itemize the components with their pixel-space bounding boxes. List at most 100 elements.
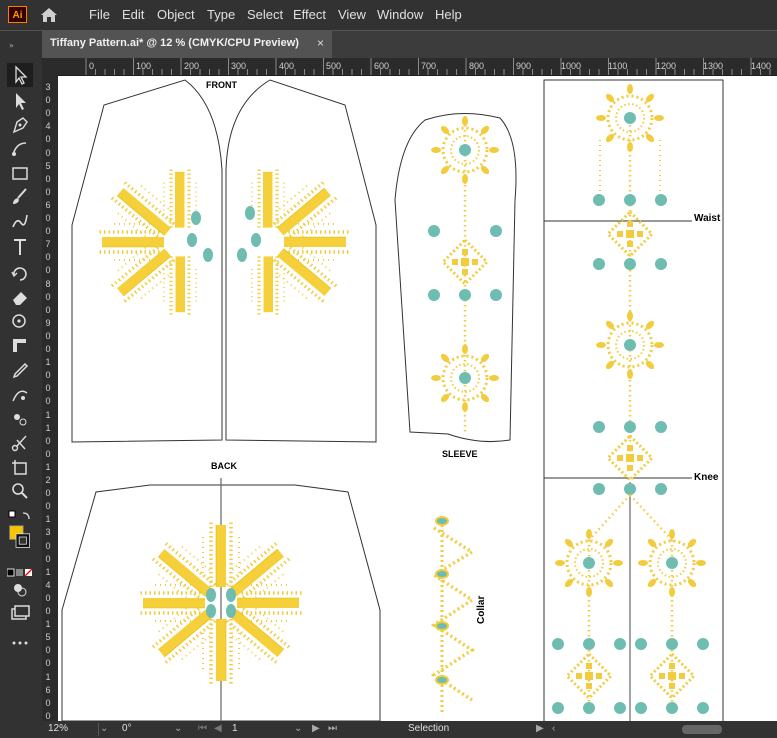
ruler-label: 1	[45, 422, 51, 433]
close-tab-icon[interactable]: ×	[317, 36, 324, 50]
zoom-tool-icon[interactable]	[7, 479, 33, 503]
rectangle-tool-icon[interactable]	[7, 161, 33, 185]
fill-stroke-swatch[interactable]	[7, 525, 33, 555]
ruler-label: 1	[45, 357, 51, 368]
zoom-field[interactable]: 12%	[48, 723, 99, 736]
selection-tool-icon[interactable]	[7, 63, 33, 87]
artboard-tool-icon[interactable]	[7, 455, 33, 479]
artboard-dropdown-icon[interactable]: ⌄	[294, 723, 302, 736]
vertical-ruler: 3 0 0 4 0 0 5 0 0 6 0 0 7 0 0 8 0 0 9 0 0 1 0 0 0 1 1 0 0 1 2 0 0 1 3 0 0 1 4 0…	[42, 75, 58, 721]
paintbrush-tool-icon[interactable]	[7, 185, 33, 209]
ruler-label: 0	[45, 645, 51, 656]
ruler-label: 700	[421, 61, 437, 71]
ruler-label: 4	[45, 579, 51, 590]
ruler-label: 9	[45, 317, 51, 328]
document-title: Tiffany Pattern.ai* @ 12 % (CMYK/CPU Pre…	[50, 37, 299, 49]
menu-view[interactable]: View	[338, 7, 366, 22]
type-tool-icon[interactable]	[7, 235, 33, 259]
ruler-label: 0	[89, 61, 95, 71]
document-tab[interactable]: Tiffany Pattern.ai* @ 12 % (CMYK/CPU Pre…	[42, 31, 332, 58]
eraser-tool-icon[interactable]	[7, 285, 33, 309]
ruler-label: 2	[45, 475, 51, 485]
ruler-label: 8	[45, 278, 51, 289]
ruler-label: 1200	[656, 61, 677, 71]
menu-window[interactable]: Window	[377, 7, 423, 22]
ruler-label: 1000	[561, 61, 582, 71]
panel-collapse-icon[interactable]: »	[7, 33, 33, 50]
screen-mode-icon[interactable]	[7, 601, 33, 625]
rotation-field[interactable]: 0°	[122, 723, 172, 736]
ruler-label: 0	[45, 501, 51, 512]
ruler-label: 0	[45, 383, 51, 394]
ruler-label: 4	[45, 121, 51, 132]
curvature-tool-icon[interactable]	[7, 137, 33, 161]
ruler-label: 0	[45, 213, 51, 223]
ruler-label: 0	[45, 606, 51, 616]
default-colors-icon[interactable]	[7, 505, 33, 521]
eyedropper-tool-icon[interactable]	[7, 359, 33, 383]
prev-artboard-icon[interactable]: ◀	[214, 723, 222, 736]
ruler-label: 3	[45, 82, 51, 92]
color-mode-icons[interactable]	[6, 561, 33, 577]
pen-tool-icon[interactable]	[7, 113, 33, 137]
ruler-label: 0	[45, 592, 51, 603]
horizontal-ruler: 0 100 200 300 400 500 600 700 800 900 10…	[42, 58, 777, 76]
ruler-label: 0	[45, 396, 51, 407]
rotate-tool-icon[interactable]	[7, 261, 33, 285]
svg-text:»: »	[9, 41, 14, 50]
app-logo: Ai	[8, 6, 27, 23]
menu-effect[interactable]: Effect	[293, 7, 326, 22]
ruler-label: 0	[45, 265, 51, 276]
more-tools-icon[interactable]	[7, 631, 33, 655]
ruler-label: 0	[45, 147, 51, 158]
ruler-label: 0	[45, 448, 51, 459]
menu-select[interactable]: Select	[247, 7, 283, 22]
ruler-label: 200	[184, 61, 200, 71]
knee-label: Knee	[694, 472, 719, 483]
ruler-label: 600	[374, 61, 390, 71]
menu-edit[interactable]: Edit	[122, 7, 144, 22]
pattern-artwork	[61, 79, 724, 721]
home-icon[interactable]	[38, 5, 60, 25]
menu-bar: Ai File Edit Object Type Select Effect V…	[0, 0, 777, 30]
ruler-label: 6	[45, 684, 51, 695]
ruler-label: 100	[136, 61, 152, 71]
next-artboard-icon[interactable]: ▶	[312, 723, 320, 736]
sleeve-label: SLEEVE	[442, 449, 478, 459]
symbol-sprayer-tool-icon[interactable]	[7, 407, 33, 431]
ruler-label: 6	[45, 199, 51, 210]
menu-help[interactable]: Help	[435, 7, 462, 22]
zoom-dropdown-icon[interactable]: ⌄	[100, 723, 108, 736]
artboard-canvas[interactable]: FRONT BACK SLEEVE Collar Waist Knee	[58, 76, 777, 721]
rotation-dropdown-icon[interactable]: ⌄	[174, 723, 182, 736]
shaper-tool-icon[interactable]	[7, 209, 33, 233]
ruler-label: 1	[45, 409, 51, 420]
ruler-label: 0	[45, 370, 51, 381]
current-tool-label: Selection	[408, 723, 450, 734]
artboard-number-field[interactable]: 1	[232, 723, 282, 736]
drawing-mode-icon[interactable]	[7, 577, 33, 601]
ruler-label: 0	[45, 330, 51, 341]
last-artboard-icon[interactable]: ⏭	[328, 723, 337, 736]
front-label: FRONT	[206, 80, 237, 90]
horizontal-scrollbar[interactable]	[682, 725, 722, 734]
menu-file[interactable]: File	[89, 7, 110, 22]
scissors-tool-icon[interactable]	[7, 431, 33, 455]
ruler-label: 3	[45, 527, 51, 538]
ruler-label: 0	[45, 658, 51, 669]
first-artboard-icon[interactable]: ⏮	[198, 723, 207, 736]
puppet-warp-tool-icon[interactable]	[7, 309, 33, 333]
scroll-left-icon[interactable]: ‹	[552, 723, 555, 736]
ruler-label: 0	[45, 488, 51, 499]
menu-type[interactable]: Type	[207, 7, 235, 22]
ruler-label: 0	[45, 252, 51, 263]
ruler-label: 0	[45, 344, 51, 354]
ruler-label: 1300	[703, 61, 724, 71]
ruler-label: 0	[45, 435, 51, 446]
direct-selection-tool-icon[interactable]	[7, 89, 33, 113]
status-menu-icon[interactable]: ▶	[536, 723, 544, 736]
free-transform-tool-icon[interactable]	[7, 333, 33, 357]
blend-tool-icon[interactable]	[7, 383, 33, 407]
status-bar: 12% ⌄ 0° ⌄ ⏮ ◀ 1 ⌄ ▶ ⏭ Selection ▶ ‹	[42, 721, 777, 738]
menu-object[interactable]: Object	[157, 7, 195, 22]
